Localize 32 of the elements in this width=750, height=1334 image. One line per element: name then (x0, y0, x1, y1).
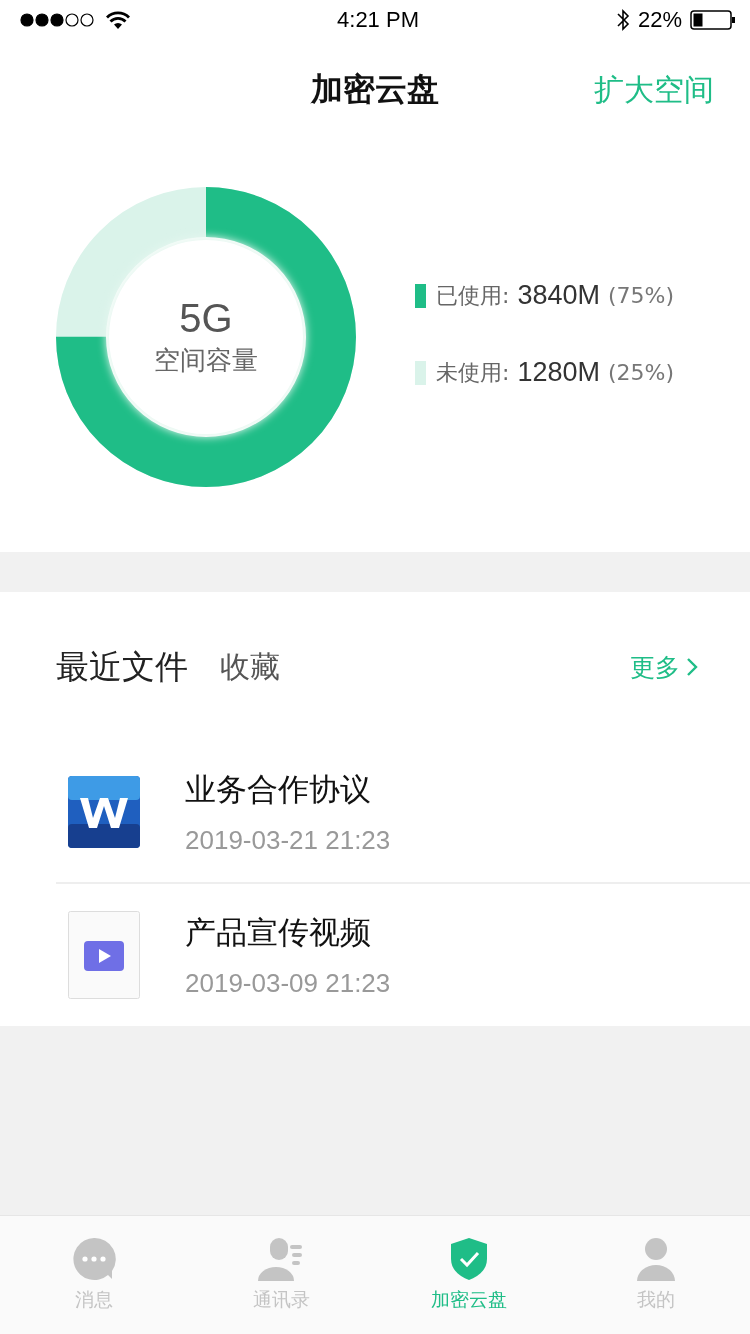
person-icon (636, 1237, 677, 1281)
file-date: 2019-03-09 21:23 (185, 967, 391, 999)
legend-percent: (25%) (608, 360, 675, 385)
file-name: 产品宣传视频 (185, 912, 372, 952)
legend-value: 1280M (517, 357, 600, 388)
legend-label: 未使用: (436, 358, 510, 387)
chevron-right-icon (686, 657, 698, 677)
legend-percent: (75%) (608, 283, 675, 308)
file-item[interactable]: 产品宣传视频 2019-03-09 21:23 (56, 884, 750, 1026)
file-tab[interactable]: 最近文件 (56, 644, 188, 690)
more-link[interactable]: 更多 (630, 650, 698, 684)
battery-icon (690, 10, 736, 30)
bluetooth-icon (615, 8, 630, 32)
capacity-value: 5G (179, 296, 233, 341)
page-title: 加密云盘 (311, 69, 439, 110)
file-item[interactable]: 业务合作协议 2019-03-21 21:23 (56, 742, 750, 884)
legend-label: 已使用: (436, 281, 510, 310)
status-time: 4:21 PM (337, 7, 419, 33)
legend-value: 3840M (517, 280, 600, 311)
capacity-label: 空间容量 (154, 344, 258, 377)
word-document-icon (68, 776, 140, 848)
wifi-icon (106, 11, 130, 29)
file-name: 业务合作协议 (185, 769, 372, 809)
battery-percent: 22% (637, 7, 682, 33)
shield-icon (448, 1237, 489, 1281)
file-tab[interactable]: 收藏 (220, 646, 280, 688)
video-file-icon (68, 911, 140, 999)
contacts-icon (258, 1237, 305, 1281)
chat-bubble-icon (71, 1237, 116, 1281)
file-date: 2019-03-21 21:23 (185, 824, 391, 856)
tab-bar-item[interactable]: 加密云盘 (375, 1216, 563, 1334)
expand-space-link[interactable]: 扩大空间 (594, 69, 714, 111)
